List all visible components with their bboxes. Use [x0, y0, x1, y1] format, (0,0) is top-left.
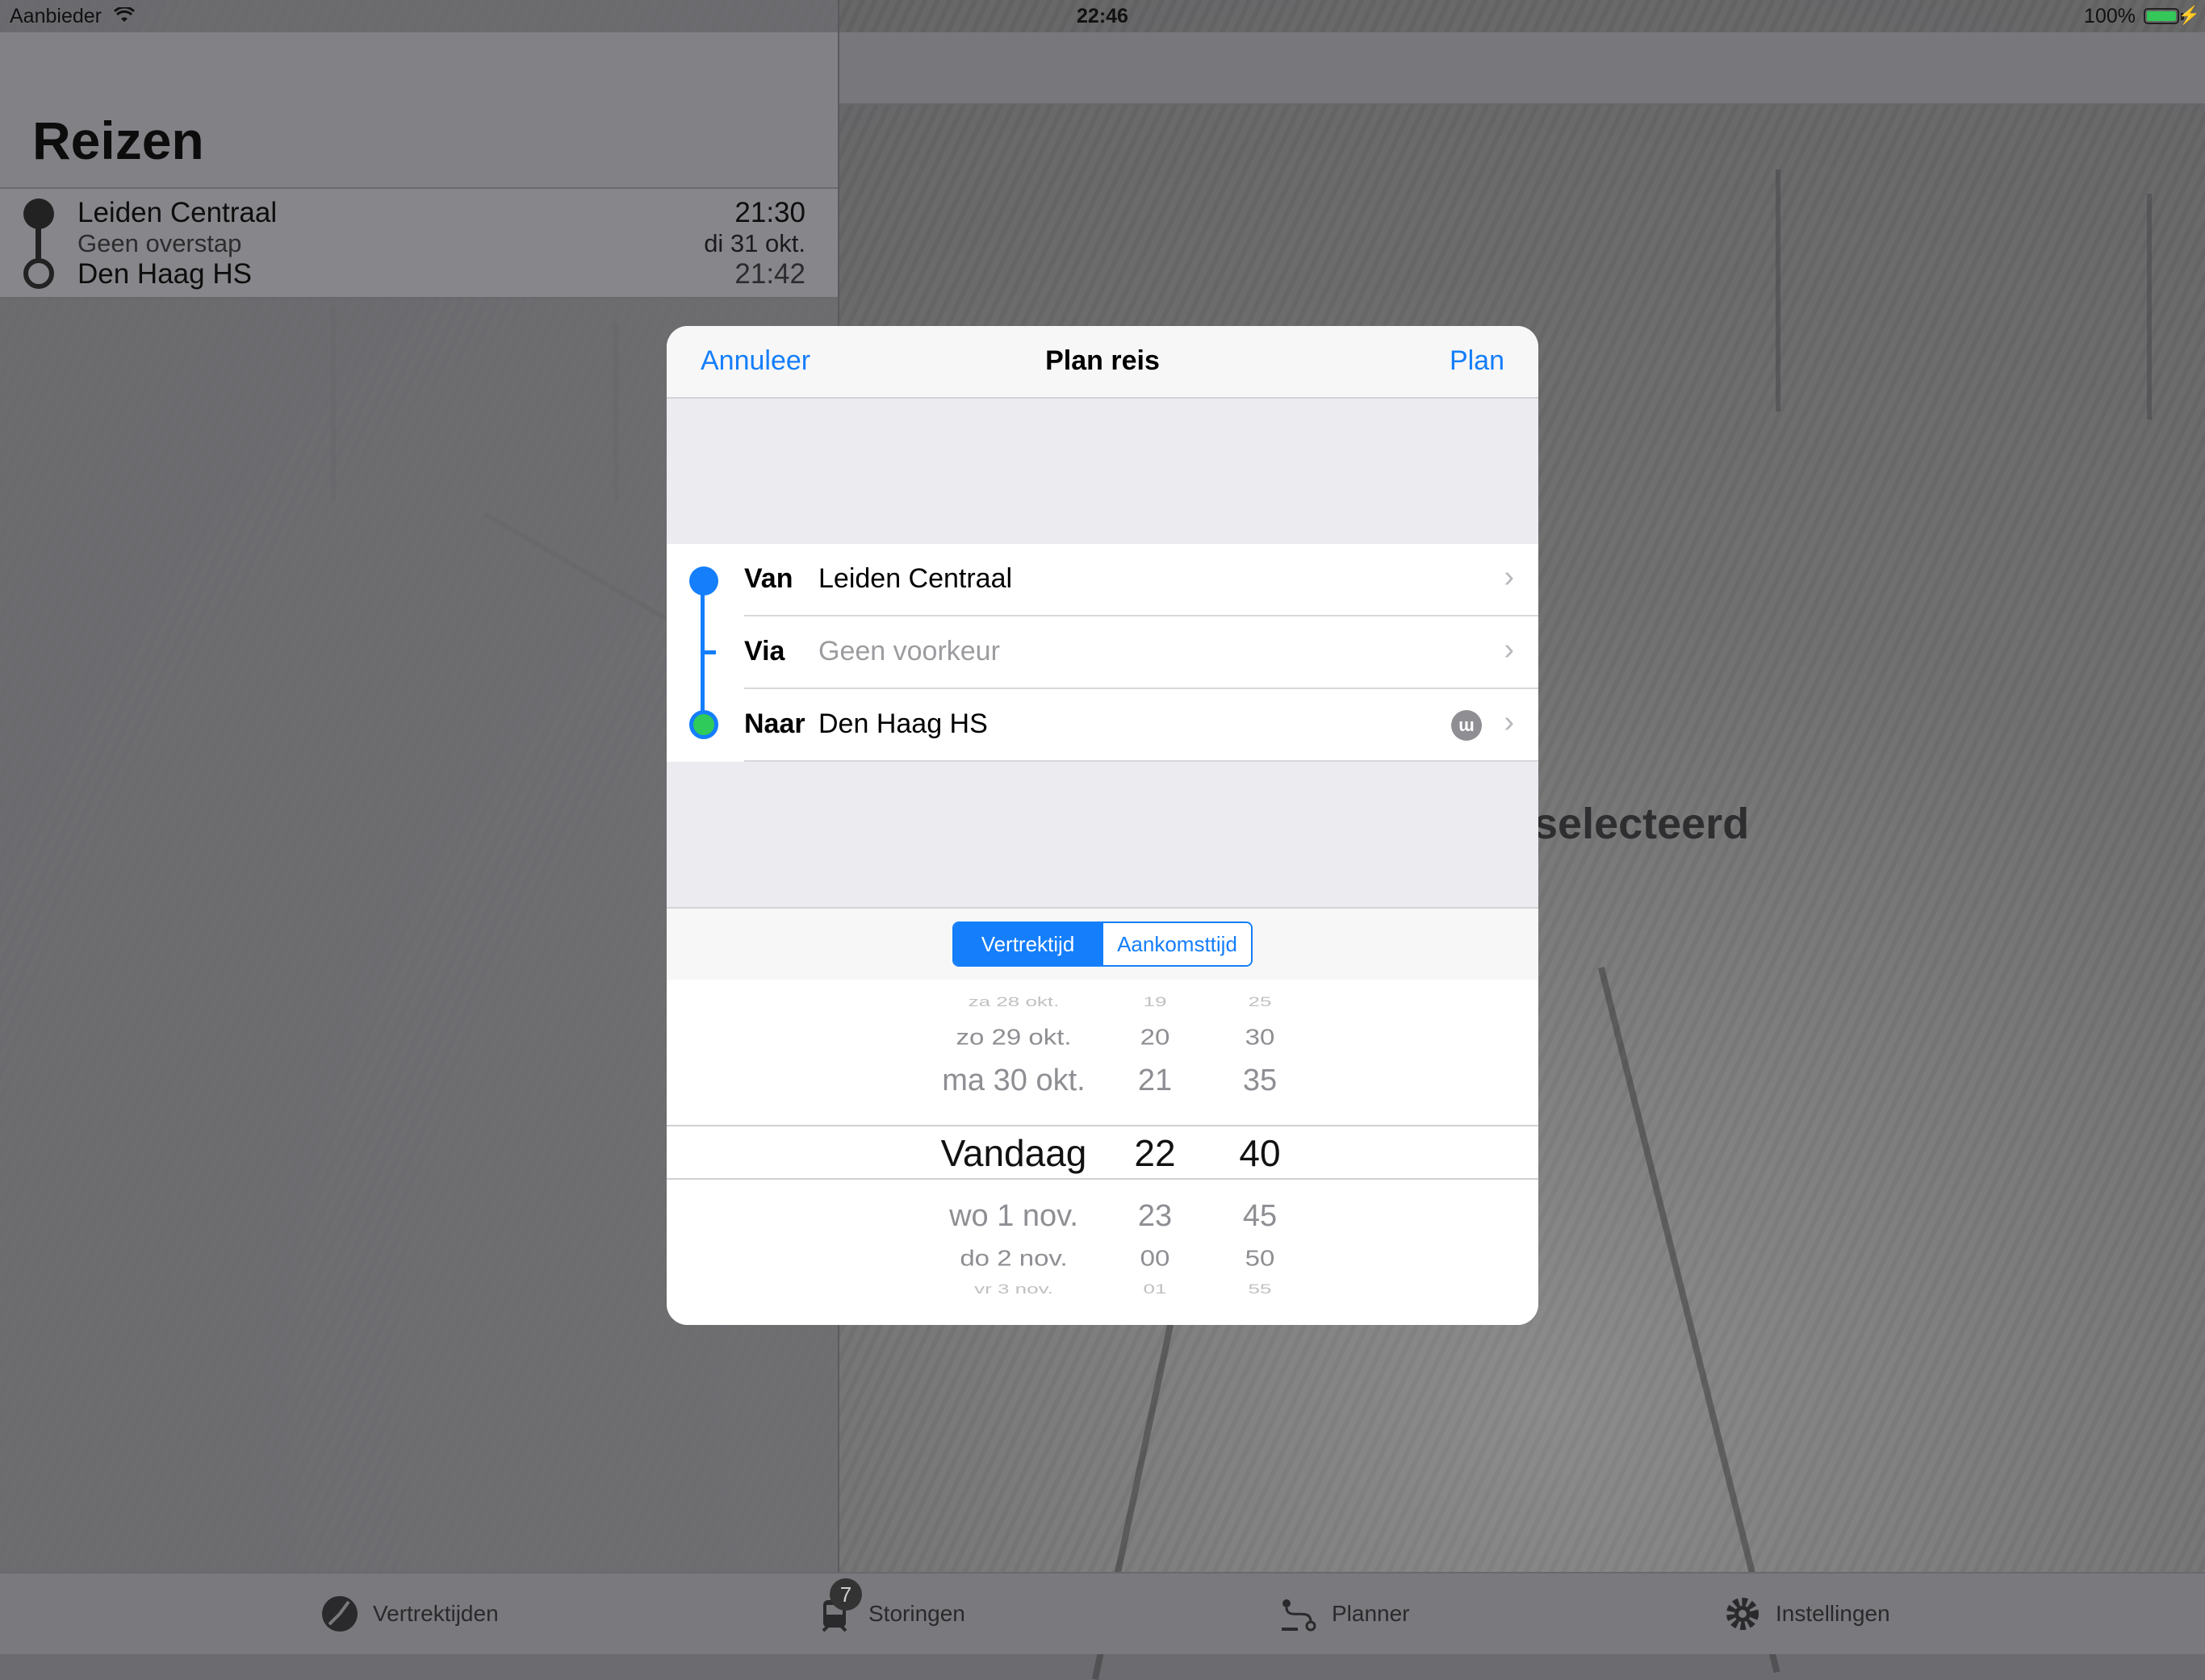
trip-to: Den Haag HS — [77, 258, 252, 290]
to-label: Naar — [744, 708, 805, 739]
time-mode-segmented-control: Vertrektijd Aankomsttijd — [952, 921, 1253, 967]
trip-arrival-time: 21:42 — [734, 258, 805, 290]
page-title: Reizen — [32, 111, 204, 170]
via-value: Geen voorkeur — [818, 636, 1000, 667]
destination-dot-icon — [689, 710, 718, 739]
picker-minute[interactable]: 45 — [1207, 1199, 1312, 1234]
picker-hour[interactable]: 00 — [1102, 1245, 1207, 1271]
from-value: Leiden Centraal — [818, 563, 1013, 594]
picker-hour[interactable]: 23 — [1102, 1199, 1207, 1234]
battery-icon — [2144, 8, 2179, 24]
disruptions-badge: 7 — [830, 1578, 862, 1611]
origin-dot-icon — [689, 566, 718, 596]
battery-percentage: 100% — [2084, 5, 2136, 27]
to-row[interactable]: Naar Den Haag HS ɯ › — [744, 689, 1538, 760]
tab-label: Storingen — [868, 1601, 965, 1626]
picker-minute[interactable]: 50 — [1207, 1245, 1312, 1271]
tab-label: Instellingen — [1776, 1601, 1890, 1626]
tab-instellingen[interactable]: Instellingen — [1721, 1573, 1890, 1654]
destination-dot-icon — [23, 258, 54, 289]
picker-hour-selected[interactable]: 22 — [1102, 1131, 1207, 1175]
plan-trip-modal: Annuleer Plan reis Plan Van Leiden Centr… — [667, 326, 1538, 1325]
to-value: Den Haag HS — [818, 708, 988, 739]
chevron-right-icon: › — [1504, 705, 1514, 739]
picker-minute[interactable]: 25 — [1207, 993, 1312, 1009]
via-label: Via — [744, 636, 785, 667]
charging-bolt-icon: ⚡ — [2178, 5, 2200, 25]
detail-navbar — [839, 32, 2205, 105]
picker-minute-selected[interactable]: 40 — [1207, 1131, 1312, 1175]
picker-hour[interactable]: 01 — [1102, 1281, 1207, 1297]
picker-hour[interactable]: 19 — [1102, 993, 1207, 1009]
detail-empty-text: selecteerd — [1533, 800, 1750, 848]
tab-label: Planner — [1332, 1601, 1410, 1626]
pole-decoration — [2147, 194, 2152, 420]
segment-aankomsttijd[interactable]: Aankomsttijd — [1102, 923, 1251, 965]
modal-header: Annuleer Plan reis Plan — [667, 326, 1538, 399]
picker-minute[interactable]: 35 — [1207, 1064, 1312, 1098]
route-line — [36, 226, 41, 261]
from-label: Van — [744, 563, 793, 594]
planner-icon — [1277, 1592, 1320, 1636]
spacer-bottom — [667, 762, 1538, 907]
date-time-picker[interactable]: za 28 okt. zo 29 okt. ma 30 okt. Vandaag… — [667, 980, 1538, 1325]
tab-vertrektijden[interactable]: Vertrektijden — [318, 1573, 499, 1654]
picker-hour[interactable]: 21 — [1102, 1064, 1207, 1098]
time-mode-bar: Vertrektijd Aankomsttijd — [667, 907, 1538, 981]
pole-decoration — [1776, 169, 1780, 412]
trip-departure-time: 21:30 — [734, 197, 805, 228]
status-bar: Aanbieder 22:46 100% ⚡ — [0, 0, 2205, 32]
tab-label: Vertrektijden — [373, 1601, 499, 1626]
settings-gear-icon — [1721, 1592, 1764, 1636]
picker-minute[interactable]: 30 — [1207, 1024, 1312, 1050]
segment-vertrektijd[interactable]: Vertrektijd — [954, 923, 1102, 965]
picker-hour[interactable]: 20 — [1102, 1024, 1207, 1050]
spacer-top — [667, 399, 1538, 544]
departures-icon — [318, 1592, 362, 1636]
clock: 22:46 — [1077, 5, 1128, 27]
tab-planner[interactable]: Planner — [1277, 1573, 1410, 1654]
origin-dot-icon — [23, 199, 54, 229]
via-tick — [705, 650, 716, 654]
modal-title: Plan reis — [1045, 345, 1160, 376]
battery-level — [2147, 11, 2176, 21]
chevron-right-icon: › — [1504, 560, 1514, 594]
trip-from: Leiden Centraal — [77, 197, 278, 228]
plan-button[interactable]: Plan — [1450, 345, 1504, 377]
from-row[interactable]: Van Leiden Centraal › — [744, 544, 1538, 615]
trip-date: di 31 okt. — [704, 229, 805, 257]
trip-transfers: Geen overstap — [77, 229, 242, 257]
ns-logo-icon: ɯ — [1451, 710, 1482, 741]
trip-row[interactable]: Leiden Centraal Geen overstap Den Haag H… — [0, 189, 838, 299]
chevron-right-icon: › — [1504, 633, 1514, 667]
tab-bar: Vertrektijden Storingen Planner Instelli… — [0, 1572, 2205, 1654]
route-form: Van Leiden Centraal › Via Geen voorkeur … — [667, 544, 1538, 762]
via-row[interactable]: Via Geen voorkeur › — [744, 616, 1538, 687]
picker-minute[interactable]: 55 — [1207, 1281, 1312, 1297]
